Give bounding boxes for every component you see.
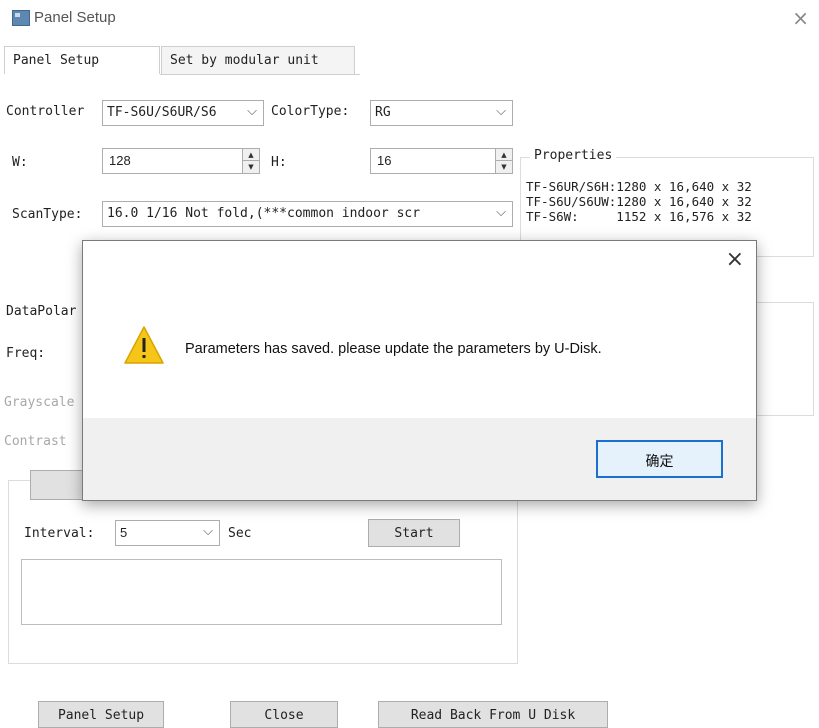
- w-spin-buttons[interactable]: ▲ ▼: [242, 149, 259, 173]
- dialog-message: Parameters has saved. please update the …: [185, 341, 602, 357]
- chevron-down-icon: ⌵: [203, 524, 213, 539]
- scantype-value: 16.0 1/16 Not fold,(***common indoor scr: [107, 206, 421, 221]
- controller-value: TF-S6U/S6UR/S6: [107, 105, 217, 120]
- app-icon: [12, 10, 30, 26]
- window-close-icon[interactable]: ×: [792, 6, 809, 30]
- spin-down-icon[interactable]: ▼: [243, 161, 259, 173]
- freq-label: Freq:: [6, 346, 46, 361]
- w-label: W:: [12, 155, 28, 170]
- scantype-select[interactable]: 16.0 1/16 Not fold,(***common indoor scr…: [102, 201, 513, 227]
- properties-title: Properties: [530, 148, 617, 163]
- interval-select[interactable]: 5 ⌵: [115, 520, 220, 546]
- panel-setup-button[interactable]: Panel Setup: [38, 701, 164, 728]
- h-spin-buttons[interactable]: ▲ ▼: [495, 149, 512, 173]
- interval-value: 5: [120, 525, 128, 540]
- contrast-label: Contrast: [4, 434, 67, 449]
- properties-line-3: TF-S6W: 1152 x 16,576 x 32: [526, 209, 752, 224]
- datapolar-label: DataPolar: [6, 304, 77, 319]
- chevron-down-icon: ⌵: [496, 104, 506, 119]
- colortype-value: RG: [375, 105, 391, 120]
- tab-label: Panel Setup: [13, 53, 100, 68]
- h-value: 16: [377, 153, 392, 168]
- scantype-label: ScanType:: [12, 207, 83, 222]
- ok-button[interactable]: 确定: [596, 440, 723, 478]
- read-back-button[interactable]: Read Back From U Disk: [378, 701, 608, 728]
- warning-icon: [124, 326, 164, 364]
- properties-line-2: TF-S6U/S6UW:1280 x 16,640 x 32: [526, 194, 752, 209]
- close-button[interactable]: Close: [230, 701, 338, 728]
- title-bar: Panel Setup ×: [0, 0, 819, 36]
- tab-panel-setup[interactable]: Panel Setup: [4, 46, 160, 74]
- chevron-down-icon: ⌵: [247, 104, 257, 119]
- message-dialog: × Parameters has saved. please update th…: [82, 240, 757, 501]
- properties-line-1: TF-S6UR/S6H:1280 x 16,640 x 32: [526, 179, 752, 194]
- spin-up-icon[interactable]: ▲: [496, 149, 512, 161]
- h-spinbox[interactable]: 16 ▲ ▼: [370, 148, 513, 174]
- dialog-close-icon[interactable]: ×: [726, 247, 744, 272]
- grayscale-label: Grayscale: [4, 395, 75, 410]
- w-spinbox[interactable]: 128 ▲ ▼: [102, 148, 260, 174]
- w-value: 128: [109, 153, 131, 168]
- window-title: Panel Setup: [34, 9, 116, 26]
- spin-up-icon[interactable]: ▲: [243, 149, 259, 161]
- colortype-label: ColorType:: [271, 104, 350, 119]
- tab-label: Set by modular unit: [170, 53, 319, 68]
- controller-select[interactable]: TF-S6U/S6UR/S6 ⌵: [102, 100, 264, 126]
- interval-label: Interval:: [24, 526, 95, 541]
- spin-down-icon[interactable]: ▼: [496, 161, 512, 173]
- h-label: H:: [271, 155, 287, 170]
- test-output-box: [21, 559, 502, 625]
- tab-divider: [160, 74, 360, 75]
- chevron-down-icon: ⌵: [496, 205, 506, 220]
- start-button[interactable]: Start: [368, 519, 460, 547]
- sec-label: Sec: [228, 526, 252, 541]
- colortype-select[interactable]: RG ⌵: [370, 100, 513, 126]
- controller-label: Controller: [6, 104, 85, 119]
- tab-set-by-modular-unit[interactable]: Set by modular unit: [161, 46, 355, 74]
